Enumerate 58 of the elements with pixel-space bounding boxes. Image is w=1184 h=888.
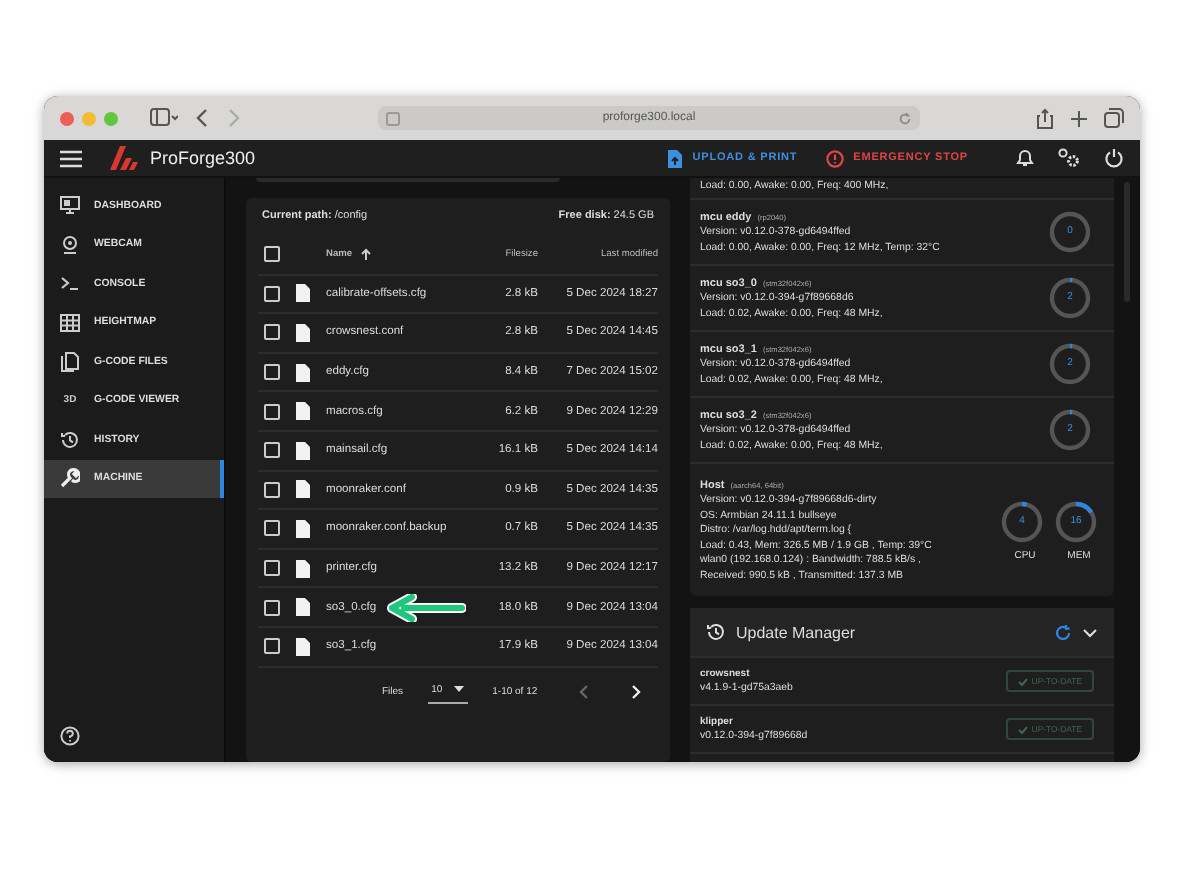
- file-icon: [296, 284, 310, 303]
- sidebar-toggle-icon[interactable]: [150, 108, 178, 128]
- usage-gauge: [1054, 499, 1098, 543]
- file-icon: [296, 519, 310, 538]
- history-icon: [60, 429, 80, 450]
- file-icon: [296, 323, 310, 342]
- row-checkbox[interactable]: [264, 324, 280, 341]
- chevron-down-icon[interactable]: [1082, 627, 1098, 637]
- share-icon[interactable]: [1036, 107, 1054, 129]
- refresh-icon[interactable]: [1054, 623, 1072, 641]
- load-gauge: [1048, 408, 1092, 452]
- next-page-icon[interactable]: [629, 683, 642, 700]
- webcam-icon: [60, 235, 80, 254]
- file-icon: [296, 402, 310, 421]
- history-icon: [706, 622, 726, 642]
- row-checkbox[interactable]: [264, 481, 280, 498]
- bell-icon[interactable]: [1016, 148, 1034, 168]
- usage-gauge: [1000, 499, 1044, 543]
- dropdown-icon: [454, 686, 465, 693]
- back-icon[interactable]: [194, 108, 210, 128]
- check-icon: [1017, 677, 1028, 685]
- plus-icon[interactable]: [1070, 109, 1088, 127]
- wrench-icon: [60, 468, 80, 489]
- row-checkbox[interactable]: [264, 403, 280, 420]
- row-checkbox[interactable]: [264, 560, 280, 577]
- row-checkbox[interactable]: [264, 638, 280, 655]
- app-title: ProForge300: [150, 148, 256, 168]
- help-icon[interactable]: [60, 726, 80, 746]
- logo-icon: [110, 146, 138, 170]
- file-upload-icon: [668, 149, 683, 167]
- file-icon: [296, 480, 310, 499]
- file-icon: [296, 363, 310, 382]
- files-icon: [60, 351, 80, 372]
- settings-icon[interactable]: [1058, 148, 1080, 168]
- file-icon: [296, 598, 310, 617]
- tabs-icon[interactable]: [1104, 108, 1124, 128]
- load-gauge: [1048, 210, 1092, 254]
- load-gauge: [1048, 276, 1092, 320]
- page-icon: [386, 111, 400, 125]
- grid-icon: [60, 313, 80, 332]
- menu-icon[interactable]: [60, 149, 82, 167]
- monitor-icon: [60, 196, 80, 215]
- load-gauge: [1048, 342, 1092, 386]
- row-checkbox[interactable]: [264, 520, 280, 537]
- check-icon: [1017, 725, 1028, 733]
- row-checkbox[interactable]: [264, 442, 280, 459]
- panel-title: Update Manager: [736, 623, 856, 641]
- sort-up-icon[interactable]: [360, 248, 373, 261]
- file-icon: [296, 559, 310, 578]
- alert-icon: [825, 149, 844, 167]
- select-all-checkbox[interactable]: [264, 246, 280, 263]
- console-icon: [60, 274, 80, 293]
- row-checkbox[interactable]: [264, 285, 280, 302]
- power-icon[interactable]: [1104, 148, 1124, 168]
- file-icon: [296, 637, 310, 656]
- row-checkbox[interactable]: [264, 364, 280, 381]
- row-checkbox[interactable]: [264, 599, 280, 616]
- file-icon: [296, 441, 310, 460]
